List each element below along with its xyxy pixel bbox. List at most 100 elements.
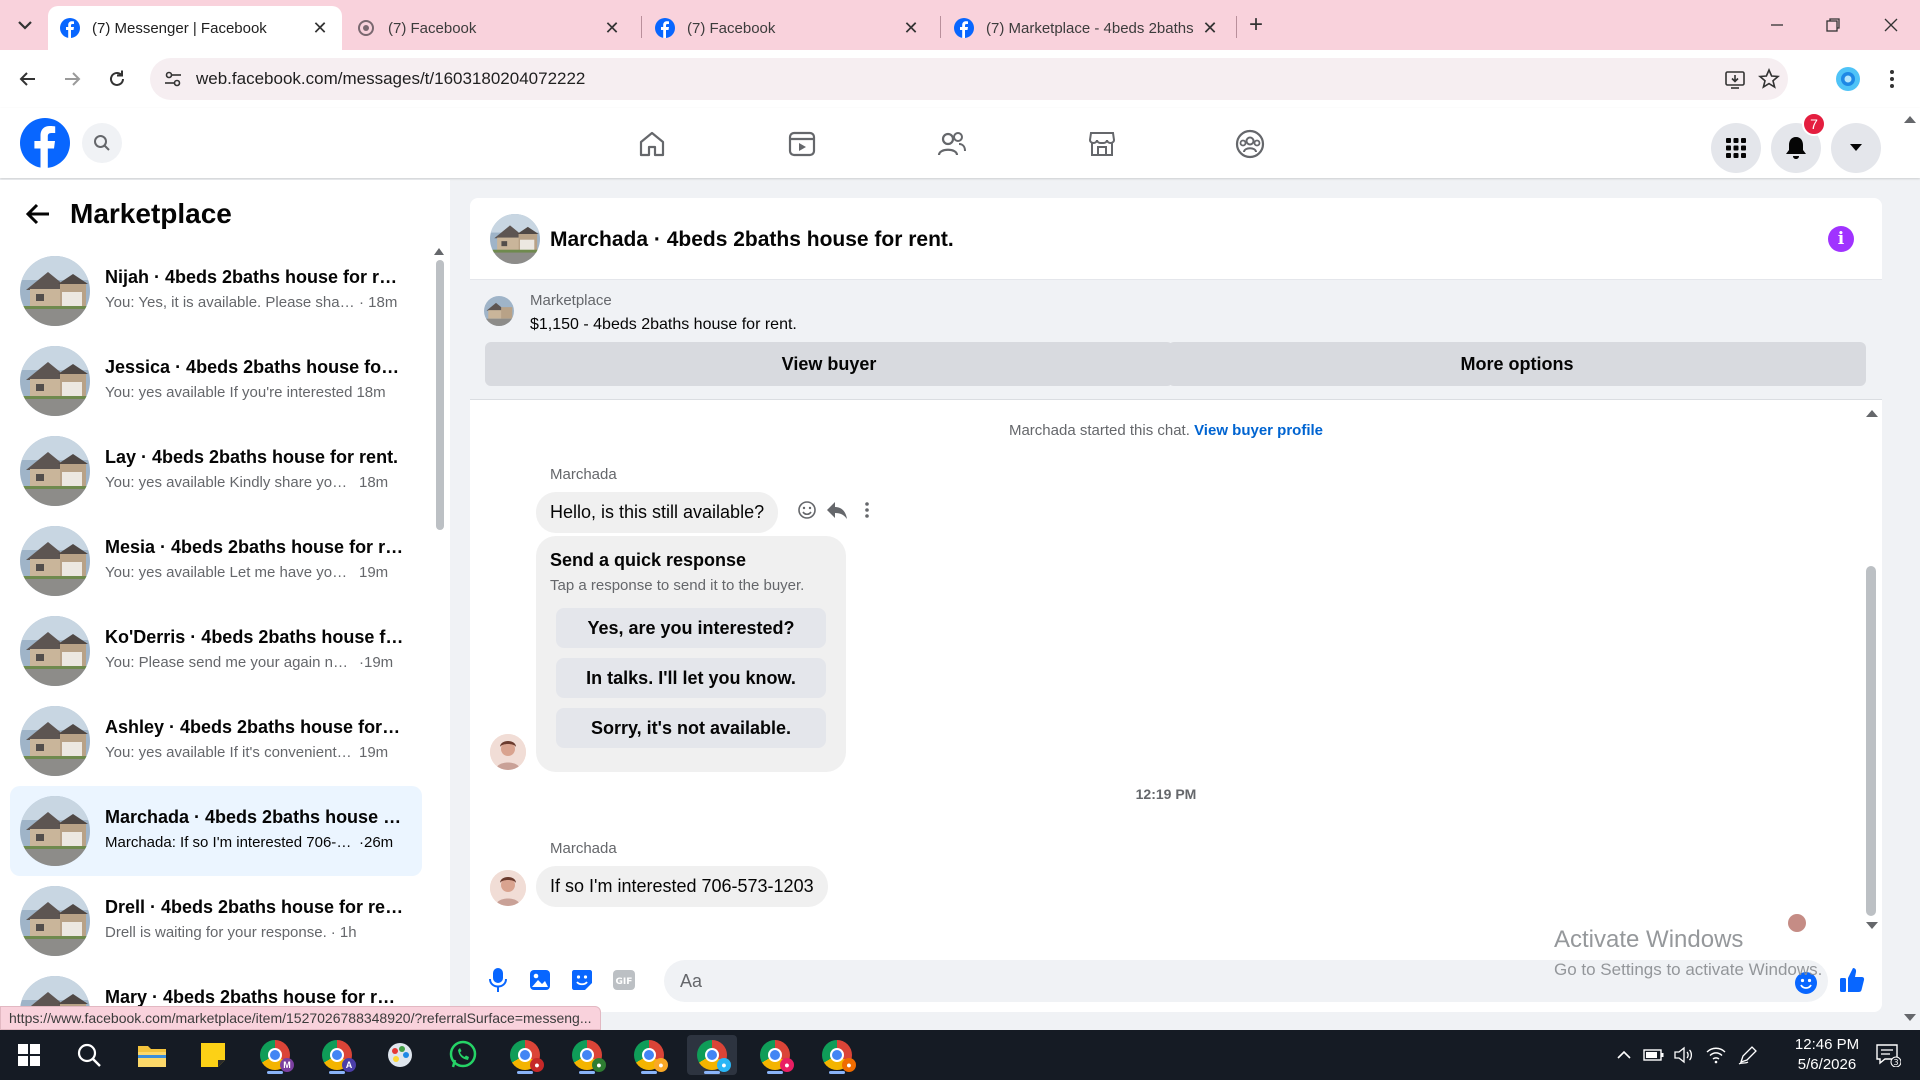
page-scroll-down-arrow[interactable] xyxy=(1904,1014,1916,1021)
url-text[interactable]: web.facebook.com/messages/t/160318020407… xyxy=(196,69,585,89)
restore-button[interactable] xyxy=(1810,10,1856,40)
conversation-name: Mesia · 4beds 2baths house for rent. xyxy=(105,537,405,557)
quick-response-not-available-button[interactable]: Sorry, it's not available. xyxy=(556,708,826,748)
profile-button[interactable] xyxy=(1832,63,1864,95)
taskbar-chrome-profile-3[interactable]: ● xyxy=(500,1035,550,1075)
chat-scroll-up-arrow[interactable] xyxy=(1866,410,1878,417)
attach-photo-button[interactable] xyxy=(526,966,554,994)
facebook-search-button[interactable] xyxy=(82,123,122,163)
tab-messenger[interactable]: (7) Messenger | Facebook ✕ xyxy=(48,6,342,50)
conversation-item[interactable]: Ashley · 4beds 2baths house for rent. You… xyxy=(10,696,422,786)
start-button[interactable] xyxy=(4,1035,54,1075)
conversation-item[interactable]: Nijah · 4beds 2baths house for rent. You:… xyxy=(10,246,422,336)
buyer-avatar[interactable] xyxy=(490,734,526,770)
file-explorer-button[interactable] xyxy=(127,1035,177,1075)
facebook-logo-icon[interactable] xyxy=(20,118,70,168)
chrome-icon: ● xyxy=(697,1040,731,1072)
conversation-item[interactable]: Lay · 4beds 2baths house for rent. You: y… xyxy=(10,426,422,516)
volume-status[interactable] xyxy=(1672,1030,1696,1080)
tab-close-button[interactable]: ✕ xyxy=(602,18,622,38)
tab-close-button[interactable]: ✕ xyxy=(1200,18,1220,38)
voice-clip-button[interactable] xyxy=(484,966,512,994)
listing-price-title[interactable]: $1,150 - 4beds 2baths house for rent. xyxy=(530,316,797,334)
account-button[interactable] xyxy=(1831,123,1881,173)
photo-icon xyxy=(530,970,550,990)
reload-button[interactable] xyxy=(101,63,133,95)
minimize-button[interactable] xyxy=(1754,10,1800,40)
conversation-item[interactable]: Drell · 4beds 2baths house for rent. Drel… xyxy=(10,876,422,966)
page-scroll-up-arrow[interactable] xyxy=(1904,116,1916,123)
conversation-time: · 1h xyxy=(330,924,357,941)
listing-avatar[interactable] xyxy=(490,214,540,264)
taskbar-chrome-profile-7[interactable]: ● xyxy=(750,1035,800,1075)
scroll-up-arrow[interactable] xyxy=(434,248,444,255)
sticker-button[interactable] xyxy=(568,966,596,994)
conversation-scrollbar[interactable] xyxy=(436,260,444,530)
taskbar-chrome-profile-2[interactable]: A xyxy=(312,1035,362,1075)
marketplace-icon xyxy=(1088,132,1116,156)
back-button[interactable] xyxy=(12,63,44,95)
reply-button[interactable] xyxy=(824,497,850,523)
taskbar-chrome-profile-1[interactable]: M xyxy=(250,1035,300,1075)
buyer-avatar[interactable] xyxy=(490,870,526,906)
nav-home[interactable] xyxy=(632,124,672,164)
message-bubble[interactable]: Hello, is this still available? xyxy=(536,492,779,533)
chat-scrollbar[interactable] xyxy=(1866,566,1876,916)
tab-facebook-2[interactable]: (7) Facebook ✕ xyxy=(643,6,933,50)
gif-icon: GIF xyxy=(613,970,635,990)
bookmark-star-icon[interactable] xyxy=(1758,68,1780,90)
quick-response-yes-button[interactable]: Yes, are you interested? xyxy=(556,608,826,648)
menu-button[interactable] xyxy=(1711,123,1761,173)
show-hidden-icons-button[interactable] xyxy=(1612,1030,1636,1080)
network-status[interactable] xyxy=(1704,1030,1728,1080)
nav-friends[interactable] xyxy=(932,124,972,164)
browser-menu-button[interactable] xyxy=(1876,63,1908,95)
new-tab-button[interactable]: + xyxy=(1242,12,1270,40)
taskbar-chrome-profile-5[interactable]: ● xyxy=(624,1035,674,1075)
tab-close-button[interactable]: ✕ xyxy=(901,18,921,38)
like-send-button[interactable] xyxy=(1838,966,1866,994)
message-bubble[interactable]: If so I'm interested 706-573-1203 xyxy=(536,866,828,907)
address-bar[interactable]: web.facebook.com/messages/t/160318020407… xyxy=(150,58,1788,100)
pen-menu-button[interactable] xyxy=(1736,1030,1760,1080)
taskbar-chrome-profile-4[interactable]: ● xyxy=(562,1035,612,1075)
nav-groups[interactable] xyxy=(1230,124,1270,164)
taskbar-chrome-profile-6[interactable]: ● xyxy=(687,1035,737,1075)
sticky-notes-button[interactable] xyxy=(188,1035,238,1075)
tab-marketplace[interactable]: (7) Marketplace - 4beds 2baths ✕ xyxy=(942,6,1232,50)
taskbar-whatsapp[interactable] xyxy=(438,1035,488,1075)
forward-button[interactable] xyxy=(56,63,88,95)
browser-tab-strip: (7) Messenger | Facebook ✕ (7) Facebook … xyxy=(0,0,1920,50)
chat-scroll-down-arrow[interactable] xyxy=(1866,922,1878,929)
tab-close-button[interactable]: ✕ xyxy=(310,18,330,38)
taskbar-search-button[interactable] xyxy=(64,1035,114,1075)
conversation-info-button[interactable]: i xyxy=(1828,226,1854,252)
nav-video[interactable] xyxy=(782,124,822,164)
conversation-item[interactable]: Marchada · 4beds 2baths house for rent. M… xyxy=(10,786,422,876)
conversation-avatar xyxy=(20,346,90,416)
quick-response-in-talks-button[interactable]: In talks. I'll let you know. xyxy=(556,658,826,698)
taskbar-chrome-profile-8[interactable]: ● xyxy=(812,1035,862,1075)
conversation-item[interactable]: Mesia · 4beds 2baths house for rent. You:… xyxy=(10,516,422,606)
conversation-item[interactable]: Jessica · 4beds 2baths house for rent. Yo… xyxy=(10,336,422,426)
more-options-button[interactable]: More options xyxy=(1168,342,1866,386)
install-app-icon[interactable] xyxy=(1724,68,1746,90)
back-to-chats-button[interactable] xyxy=(20,196,56,232)
battery-status[interactable] xyxy=(1642,1030,1666,1080)
tab-search-button[interactable] xyxy=(10,10,40,40)
close-window-button[interactable] xyxy=(1868,10,1914,40)
nav-marketplace[interactable] xyxy=(1082,124,1122,164)
more-actions-button[interactable] xyxy=(854,497,880,523)
quick-response-card: Send a quick response Tap a response to … xyxy=(536,536,846,772)
conversation-item[interactable]: Ko'Derris · 4beds 2baths house for rent.… xyxy=(10,606,422,696)
view-buyer-profile-link[interactable]: View buyer profile xyxy=(1194,422,1323,439)
tab-facebook-1[interactable]: (7) Facebook ✕ xyxy=(344,6,634,50)
pen-icon xyxy=(1738,1046,1757,1065)
taskbar-app-paint[interactable] xyxy=(375,1035,425,1075)
react-button[interactable] xyxy=(794,497,820,523)
notification-center-button[interactable]: 3 xyxy=(1866,1030,1910,1080)
site-settings-icon[interactable] xyxy=(162,68,184,90)
gif-button[interactable]: GIF xyxy=(610,966,638,994)
conversation-name: Drell · 4beds 2baths house for rent. xyxy=(105,897,405,917)
view-buyer-button[interactable]: View buyer xyxy=(485,342,1173,386)
